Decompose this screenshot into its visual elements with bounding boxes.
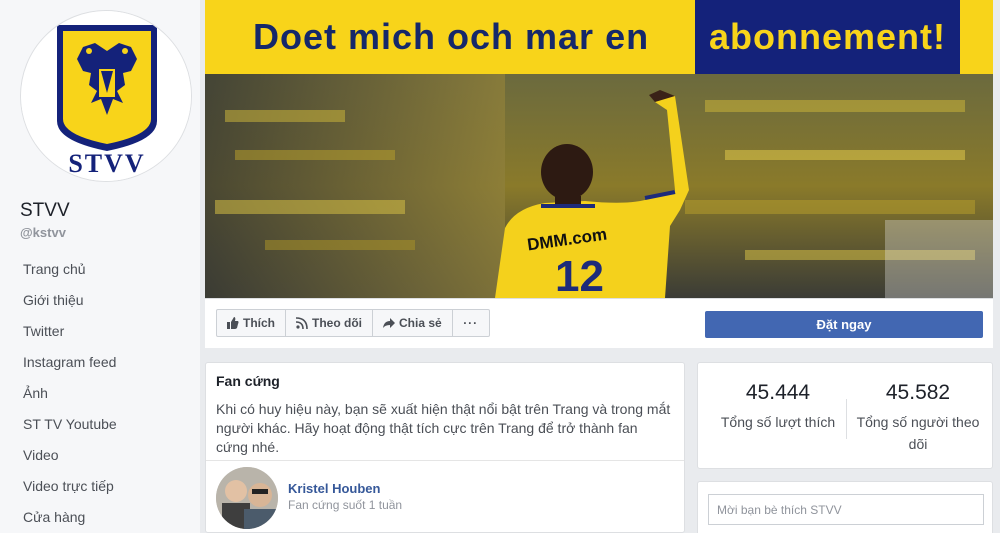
cover-slogan-part2: abonnement! — [695, 0, 961, 74]
left-sidebar: STVV STVV @kstvv Trang chủ Giới thiệu Tw… — [0, 0, 200, 533]
followers-count: 45.582 — [885, 381, 951, 404]
sidebar-item-home[interactable]: Trang chủ — [0, 254, 200, 285]
top-fan-description: Khi có huy hiệu này, bạn sẽ xuất hiện th… — [216, 401, 671, 455]
page-nav: Trang chủ Giới thiệu Twitter Instagram f… — [0, 254, 200, 533]
invite-friends-input[interactable] — [708, 494, 984, 525]
fan-badge-duration: Fan cứng suốt 1 tuần — [288, 498, 403, 512]
cover-photo[interactable]: DMM.com 12 Doet mich och mar en abonneme… — [205, 0, 993, 298]
more-options-button[interactable]: ··· — [453, 310, 489, 336]
sidebar-item-instagram-feed[interactable]: Instagram feed — [0, 347, 200, 378]
page-action-bar: Thích Theo dõi Chia sẻ ··· Đặt ngay — [205, 298, 993, 348]
page-handle[interactable]: @kstvv — [20, 225, 66, 240]
sidebar-item-youtube[interactable]: ST TV Youtube — [0, 409, 200, 440]
follow-button[interactable]: Theo dõi — [286, 310, 373, 336]
sidebar-item-videos[interactable]: Video — [0, 440, 200, 471]
likes-count: 45.444 — [745, 381, 811, 404]
share-button-label: Chia sẻ — [399, 316, 442, 330]
top-fan-title: Fan cứng — [216, 373, 280, 389]
action-button-group: Thích Theo dõi Chia sẻ ··· — [216, 309, 490, 337]
share-button[interactable]: Chia sẻ — [373, 310, 453, 336]
jersey-number-text: 12 — [555, 252, 604, 298]
fan-name-link[interactable]: Kristel Houben — [288, 481, 380, 496]
fan-photo — [216, 467, 278, 529]
like-button-label: Thích — [243, 316, 275, 330]
share-arrow-icon — [383, 318, 395, 328]
like-button[interactable]: Thích — [217, 310, 286, 336]
invite-friends-card — [697, 481, 993, 533]
thumbs-up-icon — [227, 317, 239, 329]
sidebar-item-live-video[interactable]: Video trực tiếp — [0, 471, 200, 502]
rss-icon — [296, 317, 308, 329]
sidebar-item-photos[interactable]: Ảnh — [0, 378, 200, 409]
likes-stat[interactable]: 45.444 Tổng số lượt thích — [708, 381, 848, 433]
sidebar-item-twitter[interactable]: Twitter — [0, 316, 200, 347]
page-profile-picture[interactable]: STVV — [20, 10, 192, 182]
book-now-button[interactable]: Đặt ngay — [705, 311, 983, 338]
follow-button-label: Theo dõi — [312, 316, 362, 330]
fan-avatar[interactable] — [216, 467, 278, 529]
page-stats-card: 45.444 Tổng số lượt thích 45.582 Tổng số… — [697, 362, 993, 469]
club-logo-text: STVV — [68, 149, 146, 178]
followers-label: Tổng số người theo dõi — [856, 414, 980, 452]
page-name[interactable]: STVV — [20, 200, 70, 222]
stats-divider — [846, 399, 847, 439]
followers-stat[interactable]: 45.582 Tổng số người theo dõi — [848, 381, 988, 455]
sidebar-item-shop[interactable]: Cửa hàng — [0, 502, 200, 533]
likes-label: Tổng số lượt thích — [720, 414, 836, 430]
top-fan-card: Fan cứng Khi có huy hiệu này, bạn sẽ xuấ… — [205, 362, 685, 533]
cover-slogan-part1: Doet mich och mar en — [253, 16, 650, 57]
sidebar-item-about[interactable]: Giới thiệu — [0, 285, 200, 316]
divider — [206, 460, 684, 461]
